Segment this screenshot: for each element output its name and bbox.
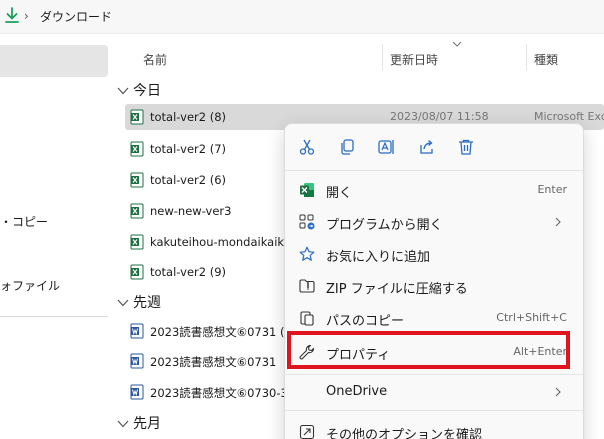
chevron-down-icon xyxy=(117,87,129,95)
nav-selected-item[interactable] xyxy=(0,45,108,77)
file-name: 2023読書感想文⑥0730-3 xyxy=(150,386,288,400)
copy-icon[interactable] xyxy=(338,138,356,156)
rename-icon[interactable] xyxy=(377,138,395,156)
word-file-icon xyxy=(130,323,144,339)
cut-icon[interactable] xyxy=(298,138,316,156)
menu-item-open-with[interactable]: プログラムから開く xyxy=(289,206,579,238)
group-header-today[interactable]: 今日 xyxy=(117,80,161,100)
file-name: kakuteihou-mondaikaike xyxy=(150,235,291,249)
menu-item-shortcut: Ctrl+Shift+C xyxy=(496,311,567,324)
chevron-right-icon xyxy=(555,387,561,397)
group-header-last-week[interactable]: 先週 xyxy=(117,292,161,312)
menu-item-label: パスのコピー xyxy=(326,314,405,329)
excel-file-icon xyxy=(130,172,144,188)
column-divider[interactable] xyxy=(526,44,527,70)
sort-chevron-icon xyxy=(452,41,462,47)
file-type: Microsoft Exc xyxy=(534,110,604,123)
file-name: total-ver2 (6) xyxy=(150,173,227,187)
breadcrumb-downloads[interactable]: ダウンロード xyxy=(40,8,112,25)
file-name: 2023読書感想文⑥0731 (1 xyxy=(150,325,292,339)
share-icon[interactable] xyxy=(418,138,436,156)
file-name: new-new-ver3 xyxy=(150,204,232,218)
address-bar: › ダウンロード xyxy=(0,0,604,34)
group-label: 今日 xyxy=(133,83,161,99)
menu-item-label: プログラムから開く xyxy=(326,218,443,233)
chevron-right-icon xyxy=(555,217,561,227)
file-name: total-ver2 (7) xyxy=(150,142,227,156)
column-header-type[interactable]: 種類 xyxy=(534,51,558,68)
delete-icon[interactable] xyxy=(457,138,475,156)
menu-item-shortcut: Enter xyxy=(537,183,567,196)
group-label: 先月 xyxy=(133,416,161,432)
context-menu: 開く Enter プログラムから開く お気に入りに追加 ZIP ファイルに圧縮す… xyxy=(284,123,584,439)
menu-item-open[interactable]: 開く Enter xyxy=(289,174,579,206)
column-headers: 名前 更新日時 種類 xyxy=(108,34,604,80)
word-file-icon xyxy=(130,353,144,369)
excel-file-icon xyxy=(130,203,144,219)
excel-file-icon xyxy=(130,141,144,157)
menu-item-compress-zip[interactable]: ZIP ファイルに圧縮する xyxy=(289,270,579,302)
nav-divider xyxy=(0,316,108,317)
highlight-box xyxy=(287,331,570,369)
menu-item-copy-path[interactable]: パスのコピー Ctrl+Shift+C xyxy=(289,302,579,334)
open-with-icon xyxy=(299,214,315,230)
menu-item-label: ZIP ファイルに圧縮する xyxy=(326,282,468,297)
menu-divider xyxy=(285,374,583,375)
menu-divider xyxy=(285,170,583,171)
file-name: total-ver2 (8) xyxy=(150,110,227,124)
group-label: 先週 xyxy=(133,295,161,311)
menu-item-label: 開く xyxy=(326,186,353,201)
copy-path-icon xyxy=(300,311,314,326)
download-icon[interactable] xyxy=(4,7,20,25)
file-name: total-ver2 (9) xyxy=(150,265,227,279)
file-date: 2023/08/07 11:58 xyxy=(390,110,489,123)
quick-actions-bar xyxy=(285,124,583,170)
nav-item-copy[interactable]: ・コピー xyxy=(0,213,48,230)
more-options-icon xyxy=(299,424,315,439)
breadcrumb-separator: › xyxy=(24,9,29,23)
menu-item-label: OneDrive xyxy=(326,384,388,399)
menu-item-label: その他のオプションを確認 xyxy=(326,428,483,439)
excel-file-icon xyxy=(130,264,144,280)
star-icon xyxy=(299,246,315,261)
zip-folder-icon xyxy=(299,279,315,293)
menu-item-show-more-options[interactable]: その他のオプションを確認 xyxy=(289,416,579,439)
menu-item-add-to-favorites[interactable]: お気に入りに追加 xyxy=(289,238,579,270)
file-name: 2023読書感想文⑥0731 xyxy=(150,355,277,369)
chevron-down-icon xyxy=(117,420,129,428)
excel-file-icon xyxy=(130,234,144,250)
menu-divider xyxy=(285,410,583,411)
word-file-icon xyxy=(130,384,144,400)
excel-app-icon xyxy=(300,183,314,197)
menu-item-label: お気に入りに追加 xyxy=(326,250,431,265)
navigation-pane: ・コピー ォファイル xyxy=(0,34,108,439)
menu-item-onedrive[interactable]: OneDrive xyxy=(289,376,579,408)
column-header-date[interactable]: 更新日時 xyxy=(390,51,438,68)
chevron-down-icon xyxy=(117,299,129,307)
column-header-name[interactable]: 名前 xyxy=(143,51,167,68)
excel-file-icon xyxy=(130,109,144,125)
group-header-last-month[interactable]: 先月 xyxy=(117,413,161,433)
column-divider[interactable] xyxy=(382,44,383,70)
nav-item-files[interactable]: ォファイル xyxy=(0,277,60,294)
